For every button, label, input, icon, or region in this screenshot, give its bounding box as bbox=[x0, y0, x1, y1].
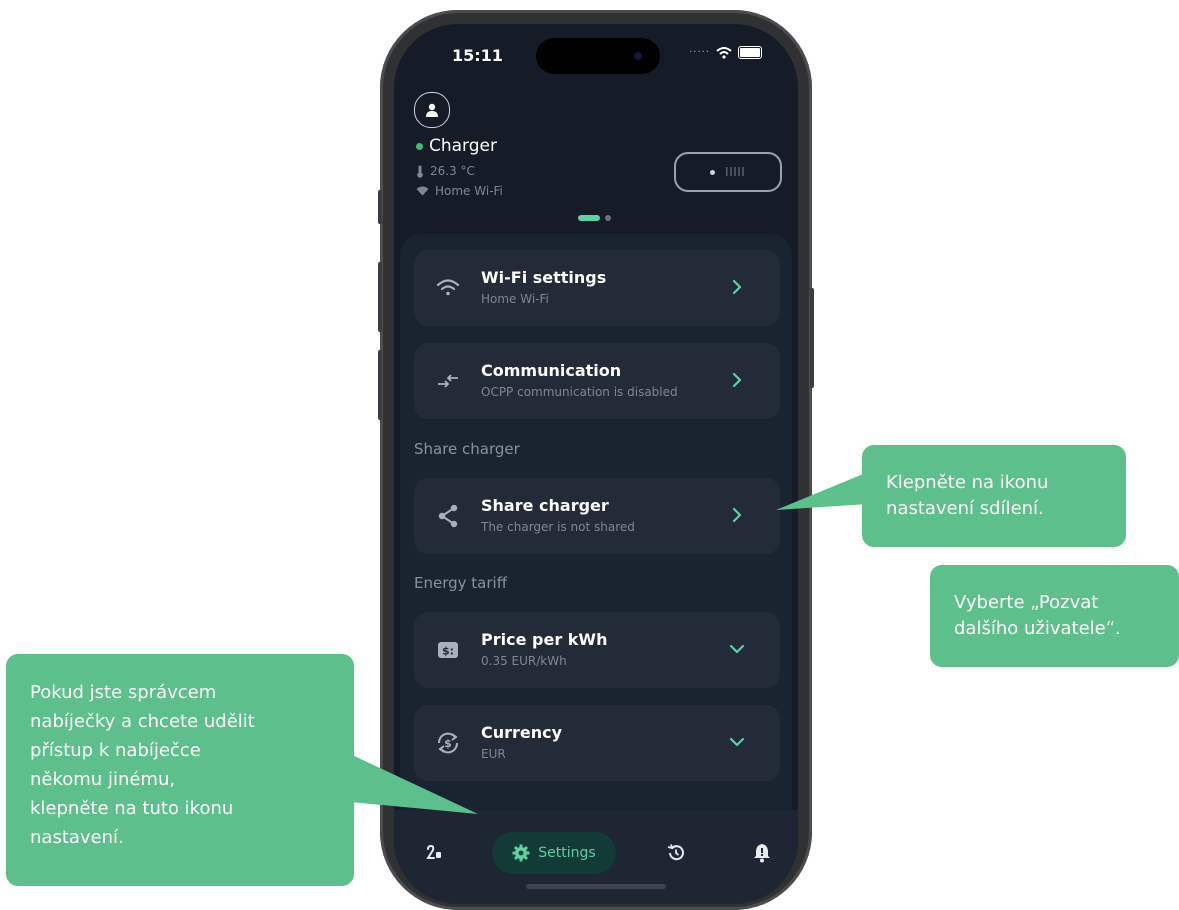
wifi-settings-subtitle: Home Wi-Fi bbox=[481, 292, 549, 306]
temperature-row: 26.3 °C bbox=[416, 164, 475, 178]
share-icon bbox=[434, 502, 462, 530]
share-section-header: Share charger bbox=[414, 440, 520, 458]
callout-admin-line-3: přístup k nabíječce bbox=[30, 740, 201, 761]
tariff-section-header: Energy tariff bbox=[414, 574, 508, 592]
bottom-navigation: Settings bbox=[394, 810, 798, 904]
price-subtitle: 0.35 EUR/kWh bbox=[481, 654, 567, 668]
wifi-settings-title: Wi-Fi settings bbox=[481, 268, 607, 287]
callout-share-line-2: nastavení sdílení. bbox=[886, 498, 1044, 519]
cellular-signal-icon: ····· bbox=[689, 47, 710, 58]
nav-notifications-button[interactable] bbox=[747, 838, 777, 868]
callout-invite: Vyberte „Pozvat dalšího uživatele“. bbox=[930, 565, 1179, 667]
device-led bbox=[710, 169, 716, 175]
price-title: Price per kWh bbox=[481, 630, 608, 649]
callout-admin-line-5: klepněte na tuto ikonu bbox=[30, 798, 234, 819]
charger-status: Charger bbox=[416, 136, 497, 156]
share-charger-item[interactable]: Share charger The charger is not shared bbox=[414, 478, 780, 554]
communication-title: Communication bbox=[481, 361, 622, 380]
nav-charger-button[interactable] bbox=[419, 838, 449, 868]
communication-subtitle: OCPP communication is disabled bbox=[481, 385, 678, 399]
callout-admin-line-1: Pokud jste správcem bbox=[30, 682, 217, 703]
wifi-settings-item[interactable]: Wi-Fi settings Home Wi-Fi bbox=[414, 250, 780, 326]
camera-dot bbox=[634, 52, 642, 60]
battery-icon bbox=[738, 46, 762, 59]
callout-share-icon: Klepněte na ikonu nastavení sdílení. bbox=[862, 445, 1126, 547]
callout-admin-line-2: nabíječky a chcete udělit bbox=[30, 711, 255, 732]
chevron-right-icon bbox=[732, 279, 742, 295]
charger-name: Charger bbox=[429, 136, 497, 156]
thermometer-icon bbox=[417, 165, 423, 178]
svg-text:$:: $: bbox=[442, 645, 454, 658]
network-row: Home Wi-Fi bbox=[416, 184, 503, 198]
power-button bbox=[810, 288, 814, 388]
price-tag-icon: $: bbox=[434, 636, 462, 664]
nav-settings-label: Settings bbox=[538, 845, 596, 861]
network-name: Home Wi-Fi bbox=[435, 184, 503, 198]
nav-settings-button[interactable]: Settings bbox=[492, 832, 616, 874]
chevron-down-icon bbox=[729, 737, 745, 747]
page-dot-active[interactable] bbox=[578, 215, 600, 221]
volume-up-button bbox=[378, 262, 382, 332]
mute-switch bbox=[378, 190, 382, 224]
price-per-kwh-item[interactable]: $: Price per kWh 0.35 EUR/kWh bbox=[414, 612, 780, 688]
status-time: 15:11 bbox=[452, 46, 503, 65]
chevron-right-icon bbox=[732, 507, 742, 523]
history-icon bbox=[667, 844, 684, 861]
communication-item[interactable]: Communication OCPP communication is disa… bbox=[414, 343, 780, 419]
wifi-status-icon bbox=[716, 46, 732, 59]
chevron-right-icon bbox=[732, 372, 742, 388]
callout-pointer bbox=[350, 754, 478, 814]
bell-alert-icon bbox=[754, 844, 770, 863]
share-charger-title: Share charger bbox=[481, 496, 609, 515]
chevron-down-icon bbox=[729, 644, 745, 654]
callout-admin: Pokud jste správcem nabíječky a chcete u… bbox=[6, 654, 354, 886]
online-status-dot bbox=[416, 142, 423, 150]
profile-button[interactable] bbox=[414, 92, 450, 128]
dynamic-island bbox=[536, 38, 660, 74]
charger-device-image: ||||| bbox=[674, 152, 782, 192]
gear-icon bbox=[512, 844, 530, 862]
home-indicator bbox=[526, 884, 666, 889]
callout-admin-line-6: nastavení. bbox=[30, 827, 124, 848]
charger-plug-icon bbox=[426, 844, 441, 859]
page-dot[interactable] bbox=[605, 215, 611, 221]
device-grille: ||||| bbox=[725, 167, 746, 177]
user-icon bbox=[426, 103, 438, 117]
wifi-icon bbox=[416, 186, 429, 196]
nav-history-button[interactable] bbox=[661, 838, 691, 868]
currency-subtitle: EUR bbox=[481, 747, 506, 761]
callout-admin-line-4: někomu jinému, bbox=[30, 769, 176, 790]
callout-invite-line-1: Vyberte „Pozvat bbox=[954, 592, 1099, 613]
volume-down-button bbox=[378, 350, 382, 420]
temperature-value: 26.3 °C bbox=[430, 164, 475, 178]
currency-title: Currency bbox=[481, 723, 563, 742]
transfer-arrows-icon bbox=[434, 367, 462, 395]
callout-pointer bbox=[776, 472, 868, 510]
wifi-settings-icon bbox=[434, 274, 462, 302]
callout-share-line-1: Klepněte na ikonu bbox=[886, 472, 1049, 493]
page-indicator[interactable] bbox=[578, 215, 611, 221]
callout-invite-line-2: dalšího uživatele“. bbox=[954, 618, 1121, 639]
status-icons: ····· bbox=[689, 46, 762, 59]
share-charger-subtitle: The charger is not shared bbox=[481, 520, 635, 534]
